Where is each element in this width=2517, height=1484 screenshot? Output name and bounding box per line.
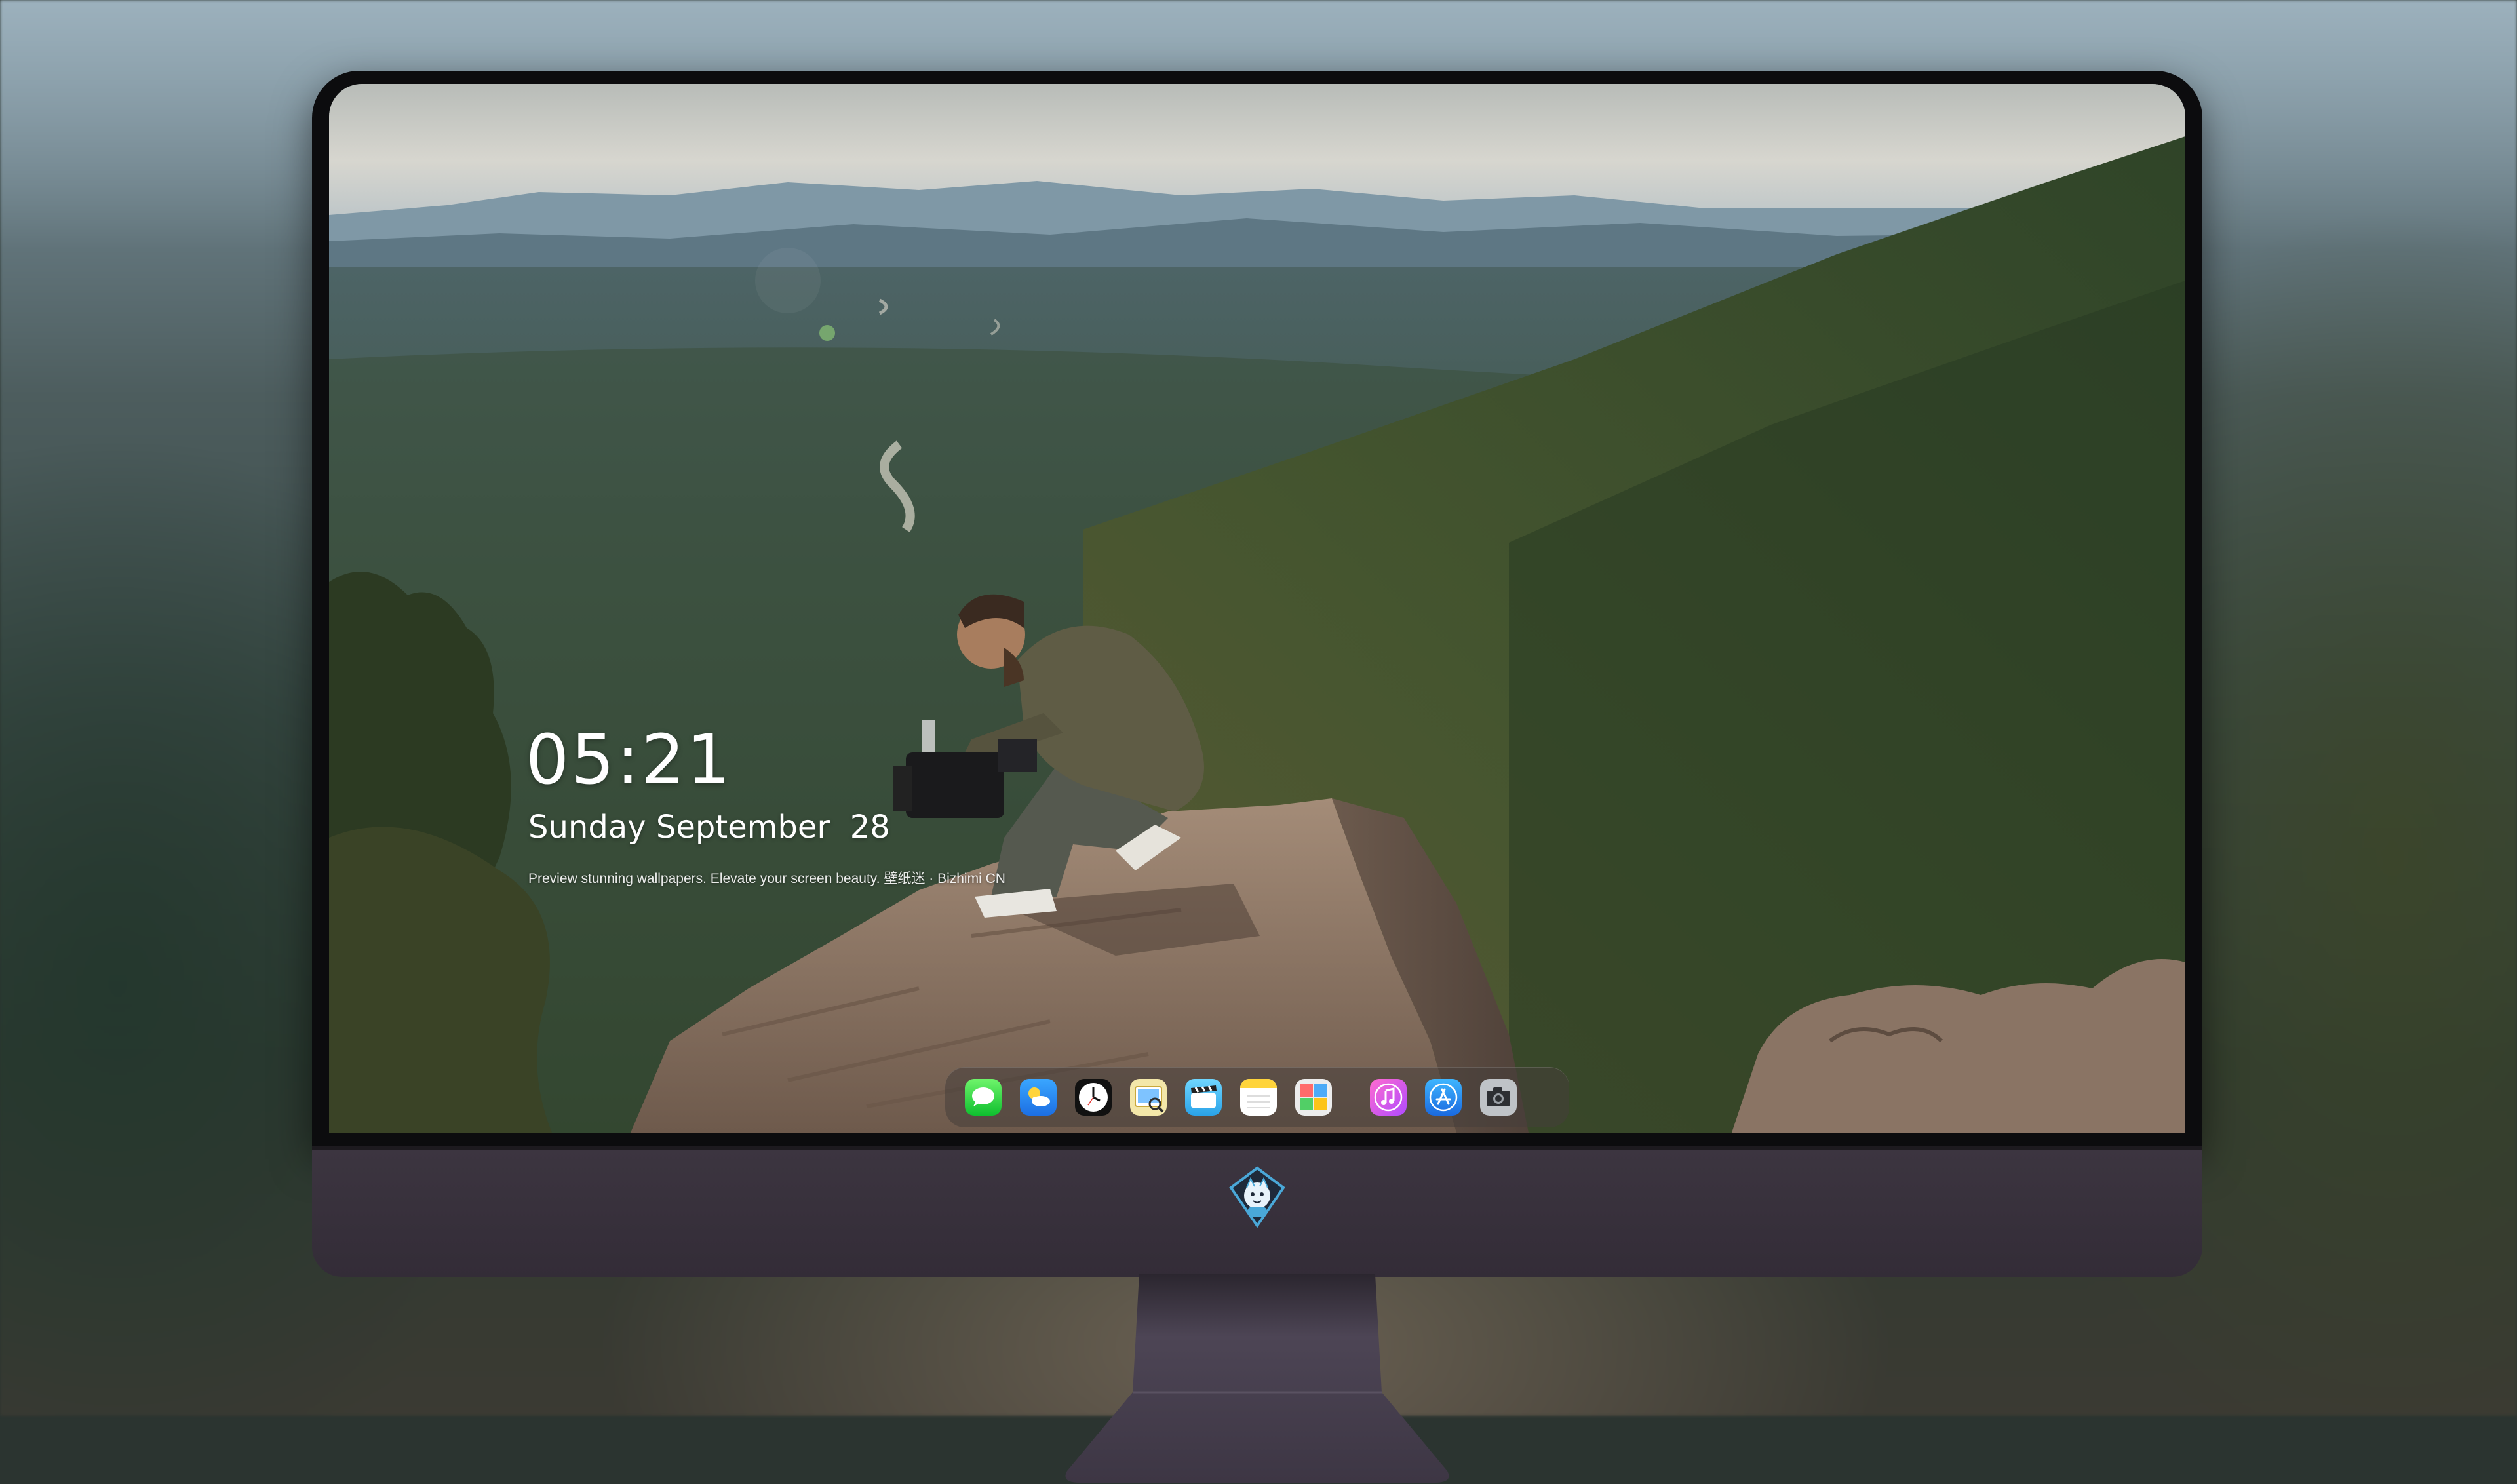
monitor-stand — [1065, 1274, 1449, 1483]
weather-icon[interactable] — [1020, 1079, 1057, 1116]
app-store-icon[interactable] — [1425, 1079, 1462, 1116]
clock-icon[interactable] — [1075, 1079, 1112, 1116]
monitor: 05:21 Sunday September 28 Preview stunni… — [312, 71, 2202, 1483]
camera-icon[interactable] — [1480, 1079, 1517, 1116]
dock — [945, 1067, 1569, 1127]
monitor-screen: 05:21 Sunday September 28 Preview stunni… — [329, 84, 2185, 1133]
lock-date: Sunday September 28 — [528, 809, 890, 846]
notes-icon[interactable] — [1240, 1079, 1277, 1116]
messages-icon[interactable] — [965, 1079, 1002, 1116]
clips-icon[interactable] — [1185, 1079, 1222, 1116]
lock-time: 05:21 — [526, 720, 732, 800]
monitor-bezel: 05:21 Sunday September 28 Preview stunni… — [312, 71, 2202, 1146]
wallpaper-tagline: Preview stunning wallpapers. Elevate you… — [528, 871, 1005, 886]
preview-icon[interactable] — [1130, 1079, 1167, 1116]
brand-logo-icon — [1229, 1166, 1285, 1228]
music-icon[interactable] — [1370, 1079, 1407, 1116]
wallpaper-image — [329, 84, 2185, 1133]
dock-separator — [1327, 1082, 1329, 1113]
